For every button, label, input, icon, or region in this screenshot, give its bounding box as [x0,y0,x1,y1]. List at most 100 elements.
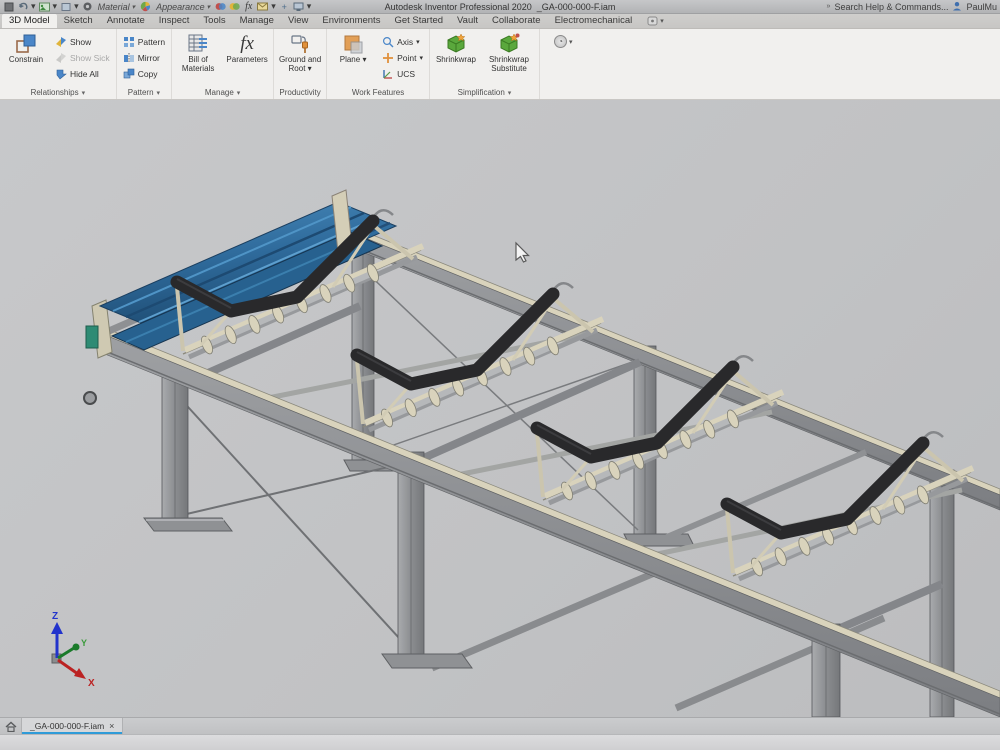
triad-y-label: Y [81,638,87,648]
show-sick-button[interactable]: Show Sick [52,50,113,65]
user-icon [952,1,962,13]
ucs-button[interactable]: UCS [379,66,426,81]
triad-x-label: X [88,678,95,689]
pattern-panel-label[interactable]: Pattern▾ [120,86,168,99]
ground-and-root-button[interactable]: Ground and Root ▾ [277,31,323,74]
relationships-panel-label[interactable]: Relationships▾ [3,86,113,99]
home-tab-button[interactable] [0,718,22,734]
gear-icon[interactable] [82,2,93,12]
tab-tools[interactable]: Tools [196,14,232,28]
show-button[interactable]: Show [52,34,113,49]
quick-access-toolbar: ▾ ▾ ▾ Material ▾ Appearance ▾ fx ▾ + ▾ [3,1,311,12]
pattern-icon [123,36,135,48]
ribbon: Constrain Show Show Sick Hide All [0,29,1000,100]
image-dropdown-icon[interactable]: ▾ [53,1,58,12]
panel-work-features: Plane ▾ Axis ▾ Point ▾ UCS [327,29,430,99]
screen-dropdown-icon[interactable]: ▾ [307,1,312,12]
tab-inspect[interactable]: Inspect [152,14,197,28]
material-combobox[interactable]: Material ▾ [96,2,138,12]
tab-sketch[interactable]: Sketch [57,14,100,28]
plane-button[interactable]: Plane ▾ [330,31,376,65]
overflow-circle-icon: ◔ [554,35,567,48]
point-button[interactable]: Point ▾ [379,50,426,65]
document-tab-close-icon[interactable]: × [109,721,114,731]
shrinkwrap-icon [445,33,467,55]
screen-icon[interactable] [293,2,304,12]
model-canvas[interactable]: Z Y X [0,100,1000,717]
work-features-panel-label[interactable]: Work Features [330,86,426,99]
render-dropdown-icon[interactable]: ▾ [74,1,79,12]
hide-all-icon [55,68,67,80]
image-icon[interactable] [39,2,50,12]
axis-dropdown-icon: ▾ [416,38,420,46]
triad-z-label: Z [52,611,58,622]
search-arrow-icon[interactable]: » [827,3,831,10]
document-tab-label: _GA-000-000-F.iam [30,721,104,731]
copy-icon [123,68,135,80]
tab-vault[interactable]: Vault [450,14,485,28]
clear-appearance-icon[interactable] [229,2,240,12]
tab-environments[interactable]: Environments [315,14,387,28]
overflow-dropdown-icon: ▾ [569,38,573,46]
measure-icon[interactable]: + [279,2,290,12]
parameters-qat-icon[interactable]: fx [243,2,254,12]
tab-collaborate[interactable]: Collaborate [485,14,548,28]
model-viewport[interactable]: Z Y X [0,100,1000,717]
productivity-panel-label[interactable]: Productivity [277,86,323,99]
help-search-input[interactable]: Search Help & Commands... [834,2,948,12]
document-tab-active[interactable]: _GA-000-000-F.iam × [22,718,123,734]
render-icon[interactable] [60,2,71,12]
constrain-label: Constrain [9,56,43,65]
appearance-combobox[interactable]: Appearance ▾ [154,2,212,12]
tab-3d-model[interactable]: 3D Model [2,14,57,28]
home-icon [5,721,17,732]
point-icon [382,52,394,64]
ribbon-overflow-tool[interactable]: ◔ ▾ [540,29,573,99]
shrinkwrap-button[interactable]: Shrinkwrap [433,31,479,65]
appearance-label: Appearance [156,2,205,12]
mail-icon[interactable] [257,2,268,12]
simplification-panel-label[interactable]: Simplification▾ [433,86,536,99]
tab-view[interactable]: View [281,14,315,28]
tab-electromechanical[interactable]: Electromechanical [548,14,640,28]
ribbon-tab-row: 3D Model Sketch Annotate Inspect Tools M… [0,14,1000,29]
shrinkwrap-substitute-label: Shrinkwrap Substitute [482,56,536,74]
mouse-cursor [516,243,529,262]
adjust-icon[interactable] [215,2,226,12]
signed-in-user[interactable]: PaulMu [966,2,997,12]
tab-annotate[interactable]: Annotate [100,14,152,28]
inventor-window: Autodesk Inventor Professional 2020 _GA-… [0,0,1000,750]
app-menu-icon[interactable] [3,2,14,12]
hide-all-button[interactable]: Hide All [52,66,113,81]
status-bar [0,734,1000,750]
parameters-button[interactable]: fx Parameters [224,31,270,65]
ribbon-display-options[interactable]: ▾ [647,16,664,28]
axis-button[interactable]: Axis ▾ [379,34,426,49]
shrinkwrap-substitute-icon [498,33,520,55]
copy-button[interactable]: Copy [120,66,168,81]
undo-dropdown-icon[interactable]: ▾ [31,1,36,12]
appearance-dropdown-icon: ▾ [207,3,211,11]
shrinkwrap-substitute-button[interactable]: Shrinkwrap Substitute [482,31,536,74]
parameters-label: Parameters [226,56,267,65]
color-wheel-icon[interactable] [140,2,151,12]
bill-of-materials-button[interactable]: Bill of Materials [175,31,221,74]
axis-icon [382,36,394,48]
pattern-button[interactable]: Pattern [120,34,168,49]
show-icon [55,36,67,48]
mirror-button[interactable]: Mirror [120,50,168,65]
parameters-icon: fx [236,33,258,55]
ground-and-root-icon [289,33,311,55]
undo-icon[interactable] [17,2,28,12]
manage-panel-label[interactable]: Manage▾ [175,86,270,99]
shrinkwrap-label: Shrinkwrap [436,56,476,65]
tab-manage[interactable]: Manage [233,14,281,28]
constrain-button[interactable]: Constrain [3,31,49,65]
plane-label: Plane ▾ [340,56,367,65]
plane-icon [342,33,364,55]
material-dropdown-icon: ▾ [132,3,136,11]
tab-get-started[interactable]: Get Started [387,14,450,28]
bill-of-materials-icon [187,33,209,55]
mail-dropdown-icon[interactable]: ▾ [271,1,276,12]
idler-station-3[interactable] [537,356,783,503]
